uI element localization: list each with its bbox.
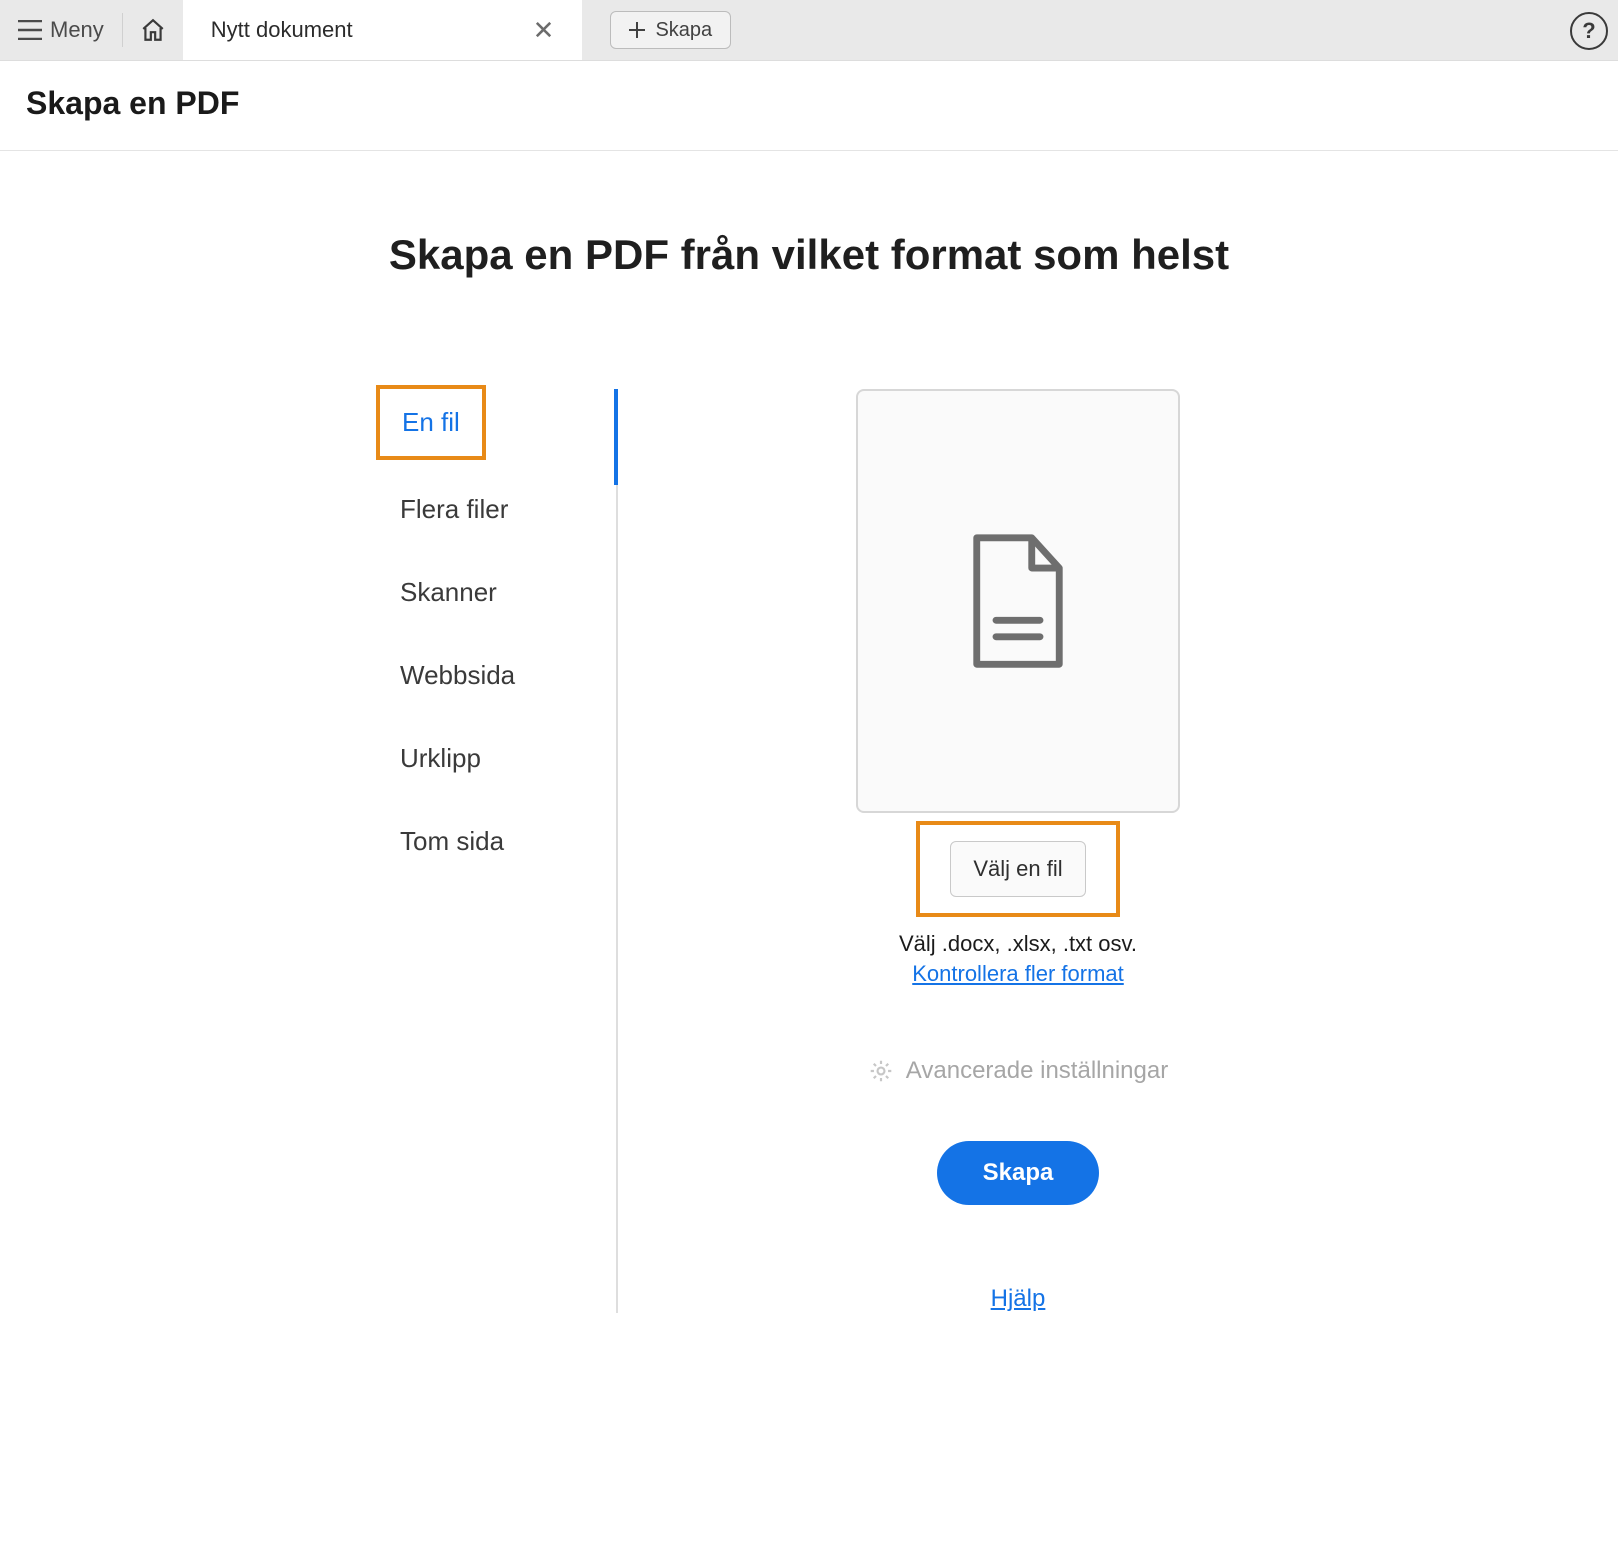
create-tab-button[interactable]: Skapa [610, 11, 731, 49]
option-webbsida[interactable]: Webbsida [380, 634, 610, 717]
file-dropzone[interactable] [856, 389, 1180, 813]
option-flera-filer[interactable]: Flera filer [380, 468, 610, 551]
choose-file-label: Välj en fil [973, 856, 1062, 881]
option-skanner[interactable]: Skanner [380, 551, 610, 634]
option-label: En fil [402, 407, 460, 437]
hamburger-icon [18, 20, 42, 40]
tab-new-document[interactable]: Nytt dokument ✕ [183, 0, 583, 60]
top-toolbar: Meny Nytt dokument ✕ Skapa ? [0, 0, 1618, 61]
more-formats-link[interactable]: Kontrollera fler format [912, 961, 1124, 987]
close-icon[interactable]: ✕ [533, 15, 555, 46]
option-tom-sida[interactable]: Tom sida [380, 800, 610, 883]
active-indicator [614, 389, 618, 485]
create-button-label: Skapa [983, 1159, 1054, 1186]
option-urklipp[interactable]: Urklipp [380, 717, 610, 800]
help-link-label: Hjälp [991, 1285, 1046, 1312]
help-link[interactable]: Hjälp [991, 1285, 1046, 1313]
advanced-settings[interactable]: Avancerade inställningar [868, 1057, 1168, 1085]
create-button[interactable]: Skapa [937, 1141, 1100, 1205]
main-content: Skapa en PDF från vilket format som hels… [0, 151, 1618, 1313]
page-title: Skapa en PDF [0, 61, 1618, 151]
option-label: Flera filer [400, 494, 508, 524]
plus-icon [629, 22, 645, 38]
document-icon [963, 531, 1073, 671]
home-button[interactable] [123, 0, 183, 60]
advanced-label: Avancerade inställningar [906, 1057, 1168, 1085]
choose-file-highlight: Välj en fil [916, 821, 1119, 917]
option-label: Webbsida [400, 660, 515, 690]
home-icon [140, 17, 166, 43]
gear-icon [868, 1058, 894, 1084]
panel-wrap: En fil Flera filer Skanner Webbsida Urkl… [0, 389, 1618, 1313]
menu-button[interactable]: Meny [0, 0, 122, 60]
tab-label: Nytt dokument [211, 17, 353, 43]
option-label: Skanner [400, 577, 497, 607]
detail-column: Välj en fil Välj .docx, .xlsx, .txt osv.… [798, 389, 1238, 1313]
main-heading: Skapa en PDF från vilket format som hels… [0, 231, 1618, 279]
more-formats-label: Kontrollera fler format [912, 961, 1124, 986]
option-label: Urklipp [400, 743, 481, 773]
option-label: Tom sida [400, 826, 504, 856]
menu-label: Meny [50, 17, 104, 43]
option-en-fil[interactable]: En fil [376, 385, 486, 460]
file-types-hint: Välj .docx, .xlsx, .txt osv. [899, 931, 1137, 957]
options-column: En fil Flera filer Skanner Webbsida Urkl… [380, 389, 618, 1313]
create-tab-label: Skapa [655, 19, 712, 42]
choose-file-button[interactable]: Välj en fil [950, 841, 1085, 897]
help-icon[interactable]: ? [1570, 12, 1608, 50]
